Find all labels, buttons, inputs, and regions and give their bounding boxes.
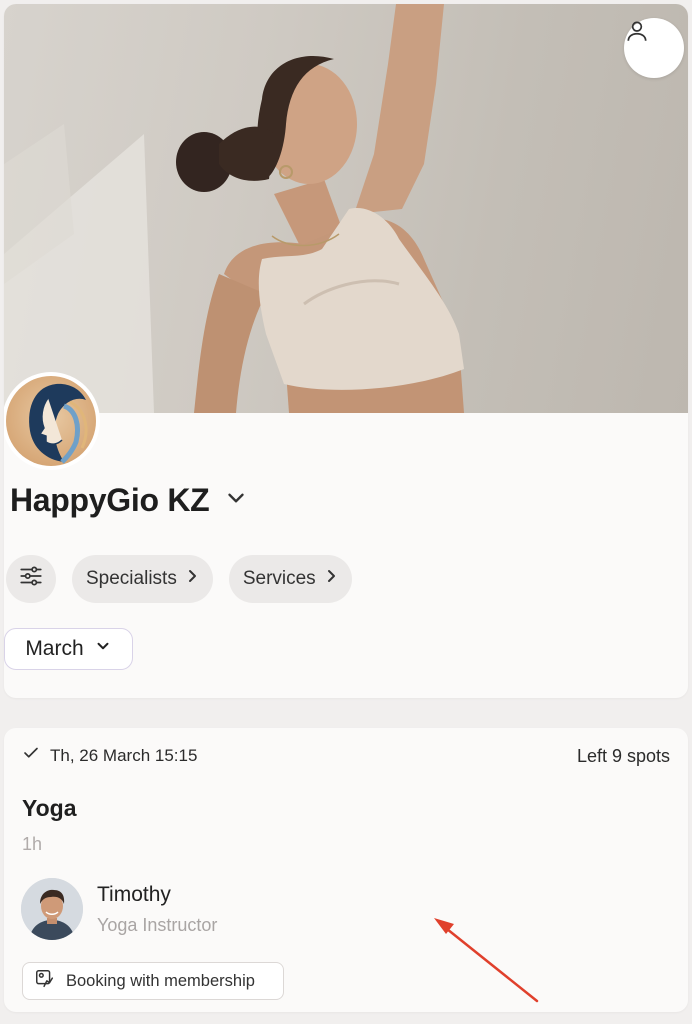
studio-selector[interactable]: HappyGio KZ — [10, 482, 249, 519]
studio-header-card: HappyGio KZ Specialists Services March — [4, 4, 688, 698]
chevron-right-icon — [185, 568, 199, 590]
session-card[interactable]: Th, 26 March 15:15 Left 9 spots Yoga 1h … — [4, 728, 688, 1012]
services-filter-button[interactable]: Services — [228, 555, 352, 603]
instructor-avatar — [21, 878, 83, 940]
chevron-down-icon — [94, 637, 112, 661]
booking-label: Booking with membership — [66, 971, 255, 990]
membership-card-icon — [34, 968, 56, 995]
chevron-down-icon — [223, 485, 249, 516]
filter-chips: Specialists Services — [6, 555, 352, 603]
class-name: Yoga — [22, 795, 77, 821]
services-label: Services — [242, 568, 316, 589]
spots-left: Left 9 spots — [576, 746, 670, 766]
specialists-label: Specialists — [86, 568, 177, 589]
filter-settings-button[interactable] — [6, 555, 56, 603]
profile-button[interactable] — [624, 18, 684, 78]
class-duration: 1h — [22, 834, 43, 854]
woman-profile-logo — [29, 383, 88, 464]
hero-image — [4, 4, 688, 413]
instructor-name: Timothy — [97, 883, 171, 906]
specialists-filter-button[interactable]: Specialists — [72, 555, 213, 603]
booking-with-membership-button[interactable]: Booking with membership — [22, 962, 284, 1000]
chevron-right-icon — [324, 568, 338, 590]
studio-logo — [4, 372, 100, 470]
studio-name: HappyGio KZ — [10, 482, 210, 518]
session-date-text: Th, 26 March 15:15 — [50, 745, 198, 765]
sliders-icon — [18, 563, 44, 595]
month-label: March — [25, 637, 84, 660]
session-date: Th, 26 March 15:15 — [22, 744, 197, 767]
instructor-role: Yoga Instructor — [97, 915, 218, 935]
month-dropdown[interactable]: March — [4, 628, 133, 670]
check-icon — [22, 744, 40, 767]
